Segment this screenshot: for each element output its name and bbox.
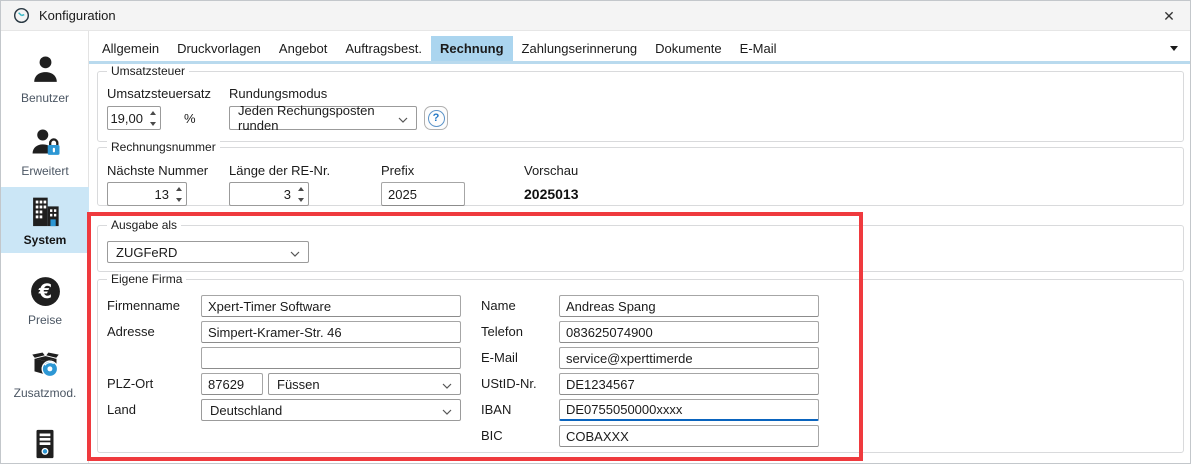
ustid-input[interactable] [559,373,819,395]
tab-bar: Allgemein Druckvorlagen Angebot Auftrags… [89,36,786,61]
tab-dokumente[interactable]: Dokumente [646,36,730,61]
titlebar: Konfiguration ✕ [1,1,1190,31]
land-value: Deutschland [210,403,282,418]
spin-down-button[interactable] [145,118,160,129]
spin-down-button[interactable] [171,194,186,205]
land-select[interactable]: Deutschland [201,399,461,421]
spin-down-button[interactable] [293,194,308,205]
laenge-label: Länge der RE-Nr. [229,163,330,178]
question-mark-icon: ? [428,110,445,127]
sidebar-item-bottom[interactable] [1,417,89,464]
chevron-down-icon [442,377,452,392]
email-input[interactable] [559,347,819,369]
clock-icon [13,7,30,24]
user-lock-icon [27,124,63,160]
vorschau-label: Vorschau [524,163,578,178]
prefix-label: Prefix [381,163,414,178]
user-icon [27,51,63,87]
group-umsatzsteuer: Umsatzsteuer Umsatzsteuersatz % Rundungs… [97,71,1184,142]
sidebar-item-label: System [24,233,67,247]
iban-input[interactable] [559,399,819,421]
laenge-spinner [229,182,309,206]
ustid-label: UStID-Nr. [481,376,537,391]
tab-druckvorlagen[interactable]: Druckvorlagen [168,36,270,61]
help-button[interactable]: ? [424,106,448,130]
server-tower-icon [27,426,63,462]
rundungsmodus-label: Rundungsmodus [229,86,327,101]
rundungsmodus-value: Jeden Rechungsposten runden [238,103,398,133]
group-legend: Rechnungsnummer [107,140,220,155]
email-label: E-Mail [481,350,518,365]
ort-select[interactable]: Füssen [268,373,461,395]
group-legend: Eigene Firma [107,272,186,287]
sidebar-item-benutzer[interactable]: Benutzer [1,49,89,107]
group-legend: Umsatzsteuer [107,64,189,79]
tab-angebot[interactable]: Angebot [270,36,336,61]
naechste-nummer-spinner [107,182,187,206]
adresse2-input[interactable] [201,347,461,369]
umsatzsteuersatz-spinner [107,106,161,130]
chevron-down-icon [398,111,408,126]
konfiguration-window: Konfiguration ✕ Benutzer Erweitert [0,0,1191,464]
tab-allgemein[interactable]: Allgemein [93,36,168,61]
adresse-input[interactable] [201,321,461,343]
land-label: Land [107,402,136,417]
sidebar: Benutzer Erweitert [1,31,89,464]
name-input[interactable] [559,295,819,317]
sidebar-item-erweitert[interactable]: Erweitert [1,122,89,180]
chevron-down-icon [290,245,300,260]
umsatzsteuersatz-input[interactable] [108,107,145,129]
rundungsmodus-select[interactable]: Jeden Rechungsposten runden [229,106,417,130]
close-button[interactable]: ✕ [1148,1,1190,31]
tab-rechnung[interactable]: Rechnung [431,36,513,61]
group-eigene-firma: Eigene Firma Firmenname Adresse PLZ-Ort … [97,279,1184,453]
adresse-label: Adresse [107,324,155,339]
chevron-down-icon [442,403,452,418]
firmenname-input[interactable] [201,295,461,317]
spin-up-button[interactable] [293,183,308,194]
vorschau-value: 2025013 [524,186,579,202]
naechste-nummer-input[interactable] [108,183,171,205]
name-label: Name [481,298,516,313]
telefon-label: Telefon [481,324,523,339]
addon-box-cd-icon [27,346,63,382]
spin-up-button[interactable] [145,107,160,118]
tab-underline [89,61,1191,64]
sidebar-item-label: Benutzer [21,91,69,105]
euro-icon: € [27,273,63,309]
sidebar-item-preise[interactable]: € Preise [1,271,89,329]
sidebar-item-label: Erweitert [21,164,68,178]
bic-label: BIC [481,428,503,443]
tab-auftragsbest[interactable]: Auftragsbest. [336,36,431,61]
sidebar-item-label: Preise [28,313,62,327]
ausgabe-format-select[interactable]: ZUGFeRD [107,241,309,263]
bic-input[interactable] [559,425,819,447]
sidebar-item-system[interactable]: System [1,187,89,253]
plz-ort-label: PLZ-Ort [107,376,153,391]
ausgabe-format-value: ZUGFeRD [116,245,177,260]
group-rechnungsnummer: Rechnungsnummer Nächste Nummer Länge der… [97,147,1184,206]
telefon-input[interactable] [559,321,819,343]
prefix-input[interactable] [381,182,465,206]
iban-label: IBAN [481,402,511,417]
sidebar-item-zusatzmod[interactable]: Zusatzmod. [1,344,89,402]
naechste-nummer-label: Nächste Nummer [107,163,208,178]
firmenname-label: Firmenname [107,298,180,313]
svg-text:€: € [37,279,51,302]
building-icon [27,193,63,229]
percent-label: % [184,111,196,126]
spin-up-button[interactable] [171,183,186,194]
laenge-input[interactable] [230,183,293,205]
tab-overflow-dropdown-icon[interactable] [1170,46,1178,51]
umsatzsteuersatz-label: Umsatzsteuersatz [107,86,211,101]
sidebar-item-label: Zusatzmod. [14,386,77,400]
group-legend: Ausgabe als [107,218,181,233]
plz-input[interactable] [201,373,263,395]
window-title: Konfiguration [39,8,116,23]
group-ausgabe-als: Ausgabe als ZUGFeRD [97,225,1184,272]
tab-email[interactable]: E-Mail [731,36,786,61]
tab-zahlungserinnerung[interactable]: Zahlungserinnerung [513,36,647,61]
ort-value: Füssen [277,377,320,392]
